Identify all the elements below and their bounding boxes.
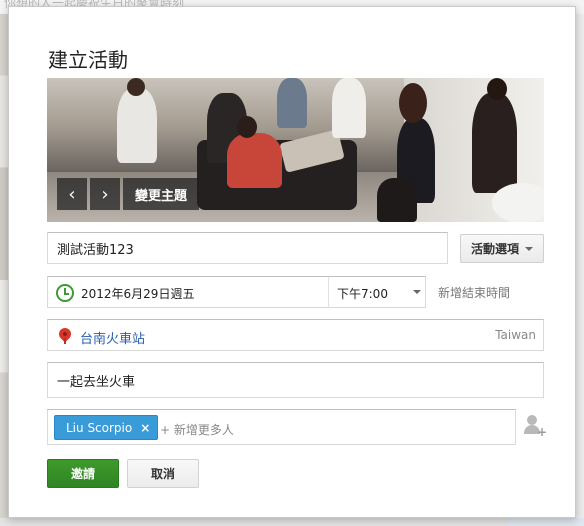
add-more-people-input[interactable]: + 新增更多人 <box>160 421 234 438</box>
create-event-dialog: 建立活動 ‹ › 變更主題 測試活動123 活動選項 2012年6月29日週五 … <box>8 6 576 518</box>
chevron-left-icon: ‹ <box>68 183 76 205</box>
event-description-input[interactable]: 一起去坐火車 <box>47 362 544 398</box>
invite-button[interactable]: 邀請 <box>47 459 119 488</box>
clock-icon <box>56 284 74 302</box>
remove-guest-icon[interactable]: × <box>140 421 150 435</box>
add-person-icon[interactable]: + <box>524 415 547 438</box>
event-theme-banner: ‹ › 變更主題 <box>47 78 544 222</box>
chevron-right-icon: › <box>101 183 109 205</box>
guest-chip-label: Liu Scorpio <box>66 420 133 435</box>
background-page-bottom <box>0 518 584 526</box>
dialog-title: 建立活動 <box>48 48 128 72</box>
event-time-select[interactable]: 下午7:00 <box>337 285 388 302</box>
event-options-button[interactable]: 活動選項 <box>460 234 544 263</box>
guest-chip: Liu Scorpio × <box>54 415 159 440</box>
event-name-input[interactable]: 測試活動123 <box>47 232 448 264</box>
event-date-input[interactable]: 2012年6月29日週五 <box>81 285 194 302</box>
prev-theme-button[interactable]: ‹ <box>57 178 87 210</box>
invite-guests-field[interactable]: Liu Scorpio × + 新增更多人 <box>47 409 516 445</box>
chevron-down-icon <box>525 246 533 251</box>
chevron-down-icon <box>413 290 421 294</box>
event-options-label: 活動選項 <box>470 242 519 256</box>
location-value: 台南火車站 <box>80 332 146 347</box>
next-theme-button[interactable]: › <box>90 178 120 210</box>
add-end-time-link[interactable]: 新增結束時間 <box>438 284 510 301</box>
event-location-input[interactable]: 台南火車站 Taiwan <box>47 319 544 351</box>
background-page-left <box>0 14 8 526</box>
cancel-button[interactable]: 取消 <box>127 459 199 488</box>
event-datetime-field: 2012年6月29日週五 下午7:00 <box>47 276 426 308</box>
banner-controls: ‹ › 變更主題 <box>57 178 200 210</box>
location-country: Taiwan <box>495 328 536 342</box>
change-theme-button[interactable]: 變更主題 <box>123 178 200 210</box>
